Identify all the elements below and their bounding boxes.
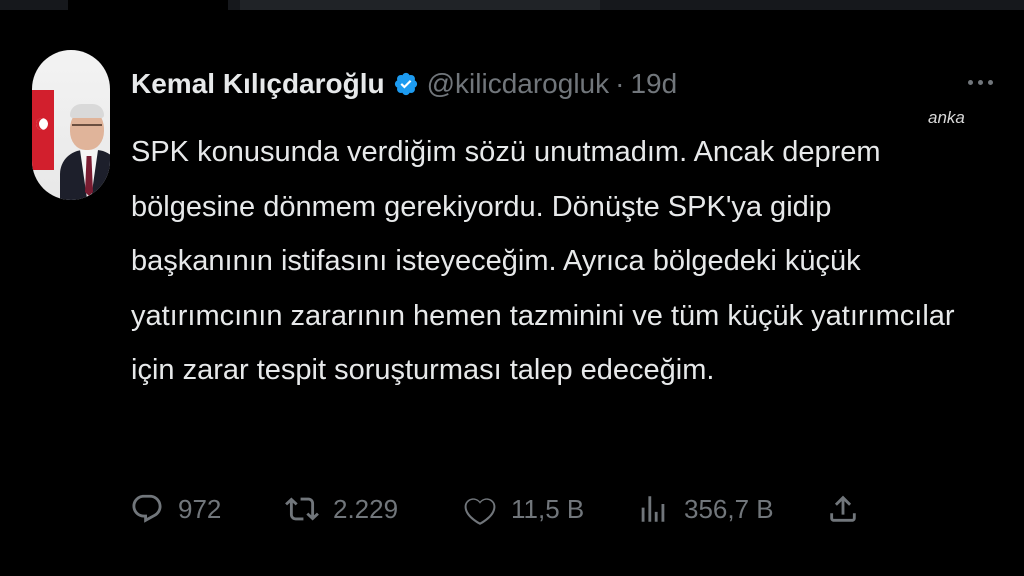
- top-bar-segment: [68, 0, 228, 10]
- more-dot: [978, 80, 983, 85]
- tweet-text: SPK konusunda verdiğim sözü unutmadım. A…: [131, 136, 955, 386]
- top-bar-segment: [240, 0, 600, 10]
- tweet-actions: 972 2.229 11,5 B 356,7 B: [130, 486, 870, 532]
- flag-graphic: [32, 90, 54, 170]
- retweet-icon: [285, 497, 319, 521]
- top-bar: [0, 0, 1024, 10]
- author-name[interactable]: Kemal Kılıçdaroğlu: [131, 68, 385, 100]
- share-icon: [830, 495, 856, 522]
- author-handle[interactable]: @kilicdarogluk: [427, 68, 610, 100]
- reply-button[interactable]: 972: [130, 486, 221, 532]
- like-button[interactable]: 11,5 B: [463, 486, 584, 532]
- tweet-timestamp[interactable]: 19d: [630, 68, 677, 100]
- verified-badge-icon: [394, 72, 417, 96]
- retweet-button[interactable]: 2.229: [285, 486, 398, 532]
- views-count: 356,7 B: [684, 493, 774, 524]
- like-count: 11,5 B: [511, 493, 585, 524]
- avatar-hair: [70, 104, 104, 118]
- views-button[interactable]: 356,7 B: [636, 486, 774, 532]
- more-dot: [968, 80, 973, 85]
- more-options-icon[interactable]: [968, 80, 993, 85]
- views-icon: [641, 496, 665, 522]
- avatar[interactable]: [32, 50, 110, 200]
- retweet-count: 2.229: [333, 493, 399, 524]
- more-dot: [988, 80, 993, 85]
- separator-dot: ·: [615, 68, 625, 99]
- avatar-glasses: [72, 124, 102, 132]
- share-button[interactable]: [826, 486, 860, 532]
- tweet-header: Kemal Kılıçdaroğlu @kilicdarogluk · 19d: [131, 64, 677, 104]
- heart-icon: [464, 498, 496, 525]
- reply-icon: [132, 494, 162, 523]
- reply-count: 972: [178, 493, 222, 524]
